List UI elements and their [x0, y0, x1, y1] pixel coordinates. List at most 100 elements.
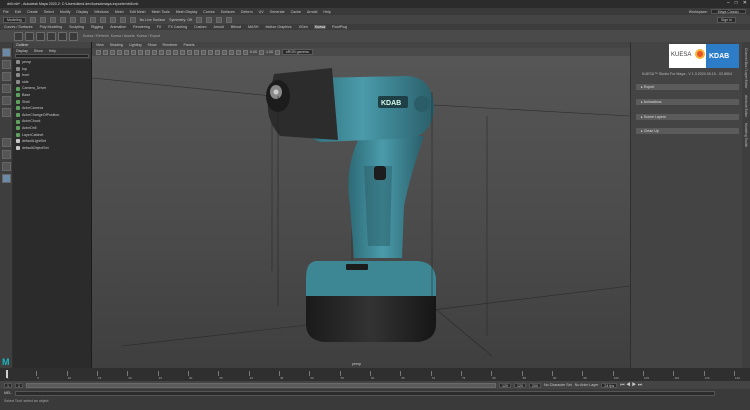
menu-arnold[interactable]: Arnold — [307, 10, 317, 14]
film-gate-icon[interactable] — [131, 49, 136, 55]
outliner-item[interactable]: top — [13, 66, 91, 73]
new-scene-icon[interactable] — [29, 16, 36, 23]
color-management-icon[interactable] — [275, 49, 280, 55]
open-scene-icon[interactable] — [39, 16, 46, 23]
safe-action-icon[interactable] — [159, 49, 164, 55]
smooth-shade-icon[interactable] — [180, 49, 185, 55]
vp-menu-view[interactable]: View — [96, 43, 104, 47]
ipr-render-icon[interactable] — [206, 16, 213, 23]
live-surface-label[interactable]: No Live Surface — [140, 18, 166, 22]
menu-select[interactable]: Select — [44, 10, 54, 14]
lights-icon[interactable] — [208, 49, 213, 55]
shelf-tab-bifrost[interactable]: Bifrost — [230, 25, 242, 29]
outliner-item[interactable]: defaultLightSet — [13, 138, 91, 145]
kuesa-settings-icon[interactable] — [58, 31, 67, 41]
menu-surfaces[interactable]: Surfaces — [221, 10, 235, 14]
isolate-select-icon[interactable] — [236, 49, 241, 55]
wireframe-icon[interactable] — [173, 49, 178, 55]
shelf-tab-xgen[interactable]: XGen — [298, 25, 309, 29]
render-icon[interactable] — [196, 16, 203, 23]
shelf-tab-custom[interactable]: Custom — [193, 25, 207, 29]
image-plane-icon[interactable] — [117, 49, 122, 55]
playback-end-field[interactable]: 120 — [499, 382, 511, 388]
kuesa-refresh-icon[interactable] — [14, 31, 23, 41]
menu-mesh-display[interactable]: Mesh Display — [176, 10, 198, 14]
menu-help[interactable]: Help — [323, 10, 330, 14]
menu-windows[interactable]: Windows — [94, 10, 109, 14]
lasso-tool-icon[interactable] — [2, 60, 11, 69]
side-tab-modeling-toolkit[interactable]: Modeling Toolkit — [744, 123, 748, 147]
ambient-occlusion-icon[interactable] — [222, 49, 227, 55]
shelf-tab-rendering[interactable]: Rendering — [132, 25, 151, 29]
shelf-tab-poly[interactable]: Poly Modeling — [39, 25, 64, 29]
kuesa-export-icon[interactable] — [47, 31, 56, 41]
outliner-item[interactable]: side — [13, 79, 91, 86]
paint-select-tool-icon[interactable] — [2, 72, 11, 81]
section-animations[interactable]: Animations — [636, 99, 739, 105]
save-scene-icon[interactable] — [49, 16, 56, 23]
menu-edit-mesh[interactable]: Edit Mesh — [130, 10, 146, 14]
shelf-tab-kuesa[interactable]: Kuesa — [313, 25, 327, 29]
menu-generate[interactable]: Generate — [270, 10, 285, 14]
shelf-tab-fx-caching[interactable]: FX Caching — [167, 25, 188, 29]
single-pane-layout-icon[interactable] — [2, 138, 11, 147]
rotate-tool-icon[interactable] — [2, 96, 11, 105]
shelf-tab-sculpting[interactable]: Sculpting — [68, 25, 85, 29]
menu-create[interactable]: Create — [27, 10, 38, 14]
outliner-menu-display[interactable]: Display — [16, 49, 28, 53]
outliner-item[interactable]: AnimCamera — [13, 105, 91, 112]
playback-controls[interactable]: ⏮ ◀ ▶ ⏭ — [620, 382, 642, 388]
xray-joints-icon[interactable] — [243, 49, 248, 55]
undo-icon[interactable] — [59, 16, 66, 23]
xray-icon[interactable] — [194, 49, 199, 55]
shelf-tab-arnold[interactable]: Arnold — [212, 25, 224, 29]
shelf-tab-curves[interactable]: Curves / Surfaces — [3, 25, 34, 29]
snap-curve-icon[interactable] — [119, 16, 126, 23]
menu-display[interactable]: Display — [76, 10, 88, 14]
outliner-item[interactable]: Camera_Driver — [13, 85, 91, 92]
playback-start-field[interactable]: 1 — [15, 382, 23, 388]
field-chart-icon[interactable] — [152, 49, 157, 55]
fps-dropdown[interactable]: 24 fps — [601, 382, 618, 388]
time-slider[interactable]: 1 5 10 15 20 25 30 35 40 45 50 55 60 65 70 75 80 85 90 95 10… — [0, 368, 750, 381]
safe-title-icon[interactable] — [166, 49, 171, 55]
outliner-item[interactable]: Shell — [13, 99, 91, 106]
close-button[interactable]: ✕ — [743, 0, 747, 6]
menu-modify[interactable]: Modify — [60, 10, 71, 14]
outliner-item[interactable]: LayerCabinet — [13, 132, 91, 139]
kuesa-cleanup-icon[interactable] — [69, 31, 78, 41]
side-tab-channel-box[interactable]: Channel Box / Layer Editor — [744, 48, 748, 89]
menu-deform[interactable]: Deform — [241, 10, 253, 14]
snap-point-icon[interactable] — [129, 16, 136, 23]
render-settings-icon[interactable] — [216, 16, 223, 23]
minimize-button[interactable]: – — [727, 0, 730, 6]
anim-end-field[interactable]: 120 — [514, 382, 526, 388]
outliner-item[interactable]: defaultObjectSet — [13, 145, 91, 152]
menu-mesh[interactable]: Mesh — [115, 10, 124, 14]
view-transform-dropdown[interactable]: sRGB gamma — [282, 49, 313, 55]
menu-mesh-tools[interactable]: Mesh Tools — [152, 10, 170, 14]
menu-cache[interactable]: Cache — [291, 10, 301, 14]
outliner-menu-help[interactable]: Help — [49, 49, 56, 53]
menuset-dropdown[interactable]: Modeling — [3, 16, 26, 23]
menu-edit[interactable]: Edit — [15, 10, 21, 14]
range-slider[interactable] — [26, 382, 496, 388]
shelf-tab-fluidplug[interactable]: FluidPlug — [331, 25, 348, 29]
drill-chuck[interactable] — [266, 68, 338, 140]
outliner-search-input[interactable] — [15, 54, 89, 58]
shelf-tab-mash[interactable]: MASH — [247, 25, 259, 29]
menu-curves[interactable]: Curves — [203, 10, 214, 14]
camera-select-icon[interactable] — [96, 49, 101, 55]
textured-icon[interactable] — [201, 49, 206, 55]
viewport-persp[interactable]: KDAB — [91, 56, 631, 368]
kuesa-assets-icon[interactable] — [25, 31, 34, 41]
anim-end2-field[interactable]: 200 — [529, 382, 541, 388]
maximize-button[interactable]: □ — [735, 0, 738, 6]
vp-menu-shading[interactable]: Shading — [110, 43, 123, 47]
drill-battery[interactable] — [306, 261, 436, 342]
workspace-dropdown[interactable]: Maya Classic — [710, 9, 746, 14]
move-tool-icon[interactable] — [2, 84, 11, 93]
menu-uv[interactable]: UV — [259, 10, 264, 14]
section-clean-up[interactable]: Clean Up — [636, 128, 739, 134]
shadows-icon[interactable] — [215, 49, 220, 55]
